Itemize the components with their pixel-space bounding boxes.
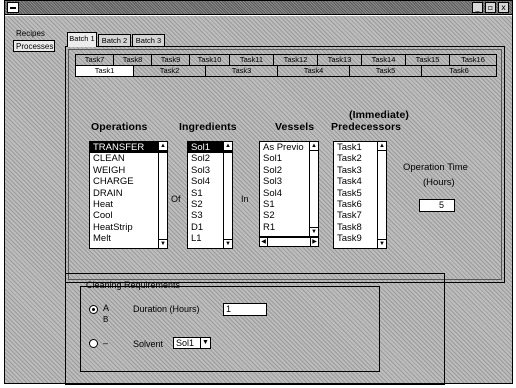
scroll-right-icon[interactable]: ▶: [310, 238, 318, 246]
tab-batch-3[interactable]: Batch 3: [132, 34, 165, 46]
vessels-scrollbar[interactable]: ▲ ▼: [309, 142, 318, 236]
tab-task-11[interactable]: Task11: [229, 54, 273, 65]
operation-time-unit: (Hours): [423, 177, 455, 188]
operations-list[interactable]: TRANSFER CLEAN WEIGH CHARGE DRAIN Heat C…: [89, 141, 168, 249]
tab-task-5[interactable]: Task5: [349, 65, 421, 76]
tab-task-1[interactable]: Task1: [75, 65, 133, 76]
chevron-down-icon[interactable]: ▼: [200, 338, 210, 348]
list-item[interactable]: DRAIN: [90, 188, 167, 199]
solvent-value: Sol1: [176, 338, 195, 348]
solvent-label: Solvent: [133, 339, 164, 349]
tab-task-15[interactable]: Task15: [405, 54, 449, 65]
tab-batch-1[interactable]: Batch 1: [67, 32, 97, 47]
connector-of-label: Of: [171, 194, 181, 204]
scroll-down-icon[interactable]: ▼: [310, 227, 318, 236]
tab-task-8[interactable]: Task8: [113, 54, 151, 65]
list-item[interactable]: CHARGE: [90, 176, 167, 187]
close-button[interactable]: x: [498, 2, 509, 13]
list-item[interactable]: WEIGH: [90, 165, 167, 176]
scroll-up-icon[interactable]: ▲: [224, 142, 232, 151]
app-window: _ ▫ x Recipes Processes Batch 1 Batch 2 …: [4, 0, 513, 385]
tab-task-12[interactable]: Task12: [273, 54, 317, 65]
list-item[interactable]: Melt: [90, 233, 167, 244]
tab-divider: [75, 76, 497, 77]
ingredients-list[interactable]: Sol1 Sol2 Sol3 Sol4 S1 S2 S3 D1 L1 ▲ ▼: [187, 141, 233, 249]
scroll-down-icon[interactable]: ▼: [224, 239, 232, 248]
tab-task-10[interactable]: Task10: [189, 54, 229, 65]
client-area: Recipes Processes Batch 1 Batch 2 Batch …: [5, 16, 512, 385]
solvent-select[interactable]: Sol1 ▼: [173, 337, 211, 349]
predecessors-header-line1: (Immediate): [349, 109, 410, 121]
scroll-up-icon[interactable]: ▲: [310, 142, 318, 151]
predecessors-scrollbar[interactable]: ▲ ▼: [377, 142, 386, 248]
tab-task-6[interactable]: Task6: [421, 65, 497, 76]
option-b-radio[interactable]: [89, 339, 98, 348]
tab-task-14[interactable]: Task14: [361, 54, 405, 65]
vessels-header: Vessels: [275, 121, 315, 133]
tab-task-4[interactable]: Task4: [277, 65, 349, 76]
tab-task-9[interactable]: Task9: [151, 54, 189, 65]
operations-header: Operations: [91, 121, 148, 133]
ingredients-header: Ingredients: [179, 121, 237, 133]
option-a-sublabel: B: [103, 315, 109, 324]
vessels-hscrollbar[interactable]: ◀ ▶: [259, 237, 319, 247]
predecessors-header-line2: Predecessors: [331, 121, 402, 133]
tab-task-13[interactable]: Task13: [317, 54, 361, 65]
duration-input[interactable]: 1: [223, 303, 267, 316]
tab-batch-2[interactable]: Batch 2: [98, 34, 131, 46]
operation-time-input[interactable]: 5: [419, 199, 455, 212]
task-panel: Task7 Task8 Task9 Task10 Task11 Task12 T…: [68, 49, 502, 280]
list-item[interactable]: TRANSFER: [90, 142, 167, 154]
connector-in-label: In: [241, 194, 249, 204]
system-menu-icon[interactable]: [7, 2, 19, 13]
tab-task-16[interactable]: Task16: [449, 54, 497, 65]
cleaning-panel: Cleaning Requirements A B Duration (Hour…: [65, 273, 445, 385]
scroll-up-icon[interactable]: ▲: [378, 142, 386, 151]
scroll-left-icon[interactable]: ◀: [260, 238, 268, 246]
duration-label: Duration (Hours): [133, 304, 200, 314]
batch-panel: Task7 Task8 Task9 Task10 Task11 Task12 T…: [65, 46, 505, 283]
scroll-down-icon[interactable]: ▼: [159, 239, 167, 248]
option-a-label: A: [103, 303, 110, 313]
cleaning-group: A B Duration (Hours) 1 – Solvent Sol1 ▼: [80, 286, 380, 372]
tab-processes[interactable]: Processes: [13, 40, 55, 52]
maximize-button[interactable]: ▫: [485, 2, 496, 13]
list-item[interactable]: CLEAN: [90, 153, 167, 164]
title-bar[interactable]: _ ▫ x: [5, 1, 512, 15]
scroll-up-icon[interactable]: ▲: [159, 142, 167, 151]
list-item[interactable]: Heat: [90, 199, 167, 210]
tab-task-2[interactable]: Task2: [133, 65, 205, 76]
option-b-dash: –: [103, 338, 109, 348]
list-item[interactable]: HeatStrip: [90, 222, 167, 233]
tab-recipes[interactable]: Recipes: [13, 27, 55, 39]
tab-task-3[interactable]: Task3: [205, 65, 277, 76]
scroll-down-icon[interactable]: ▼: [378, 239, 386, 248]
predecessors-list[interactable]: Task1 Task2 Task3 Task4 Task5 Task6 Task…: [333, 141, 387, 249]
tab-task-7[interactable]: Task7: [75, 54, 113, 65]
list-item[interactable]: Cool: [90, 210, 167, 221]
ingredients-scrollbar[interactable]: ▲ ▼: [223, 142, 232, 248]
minimize-button[interactable]: _: [472, 2, 483, 13]
vessels-list[interactable]: As Previo Sol1 Sol2 Sol3 Sol4 S1 S2 R1 ▲…: [259, 141, 319, 237]
operations-scrollbar[interactable]: ▲ ▼: [158, 142, 167, 248]
option-a-radio[interactable]: [89, 305, 98, 314]
operation-time-label: Operation Time: [403, 162, 468, 173]
